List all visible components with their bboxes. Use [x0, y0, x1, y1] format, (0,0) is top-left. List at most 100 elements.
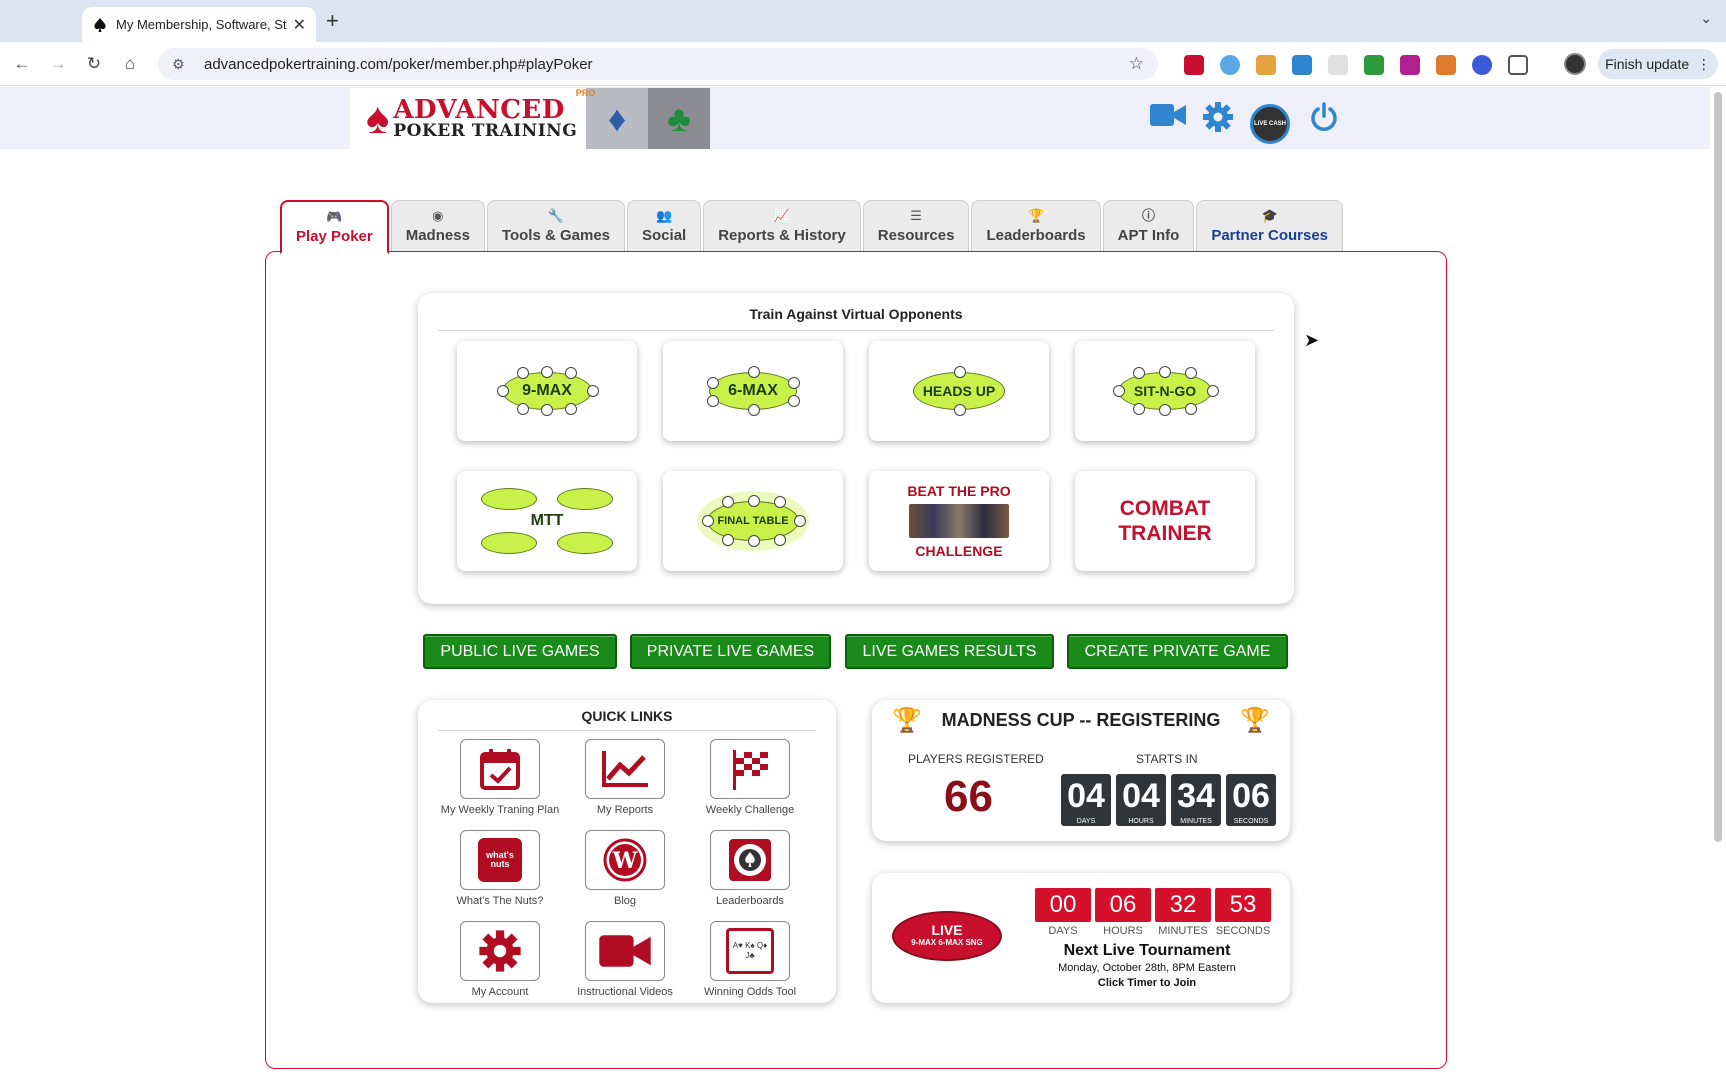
home-icon[interactable]: ⌂: [118, 52, 142, 76]
address-bar[interactable]: ⚙ advancedpokertraining.com/poker/member…: [158, 48, 1158, 80]
quick-link-weekly-plan[interactable]: My Weekly Traning Plan: [440, 739, 560, 816]
tab-label: Madness: [405, 227, 470, 244]
extension-icon-7[interactable]: [1400, 55, 1420, 75]
profile-avatar[interactable]: [1564, 53, 1586, 75]
tab-label: Play Poker: [296, 227, 373, 245]
power-icon[interactable]: [1308, 101, 1340, 141]
logo-pro-badge: PRO: [575, 88, 596, 98]
seat: [788, 395, 800, 407]
page-scrollbar[interactable]: [1714, 92, 1722, 842]
new-tab-icon[interactable]: +: [326, 8, 339, 34]
mode-beat-the-pro[interactable]: BEAT THE PRO CHALLENGE: [869, 471, 1049, 571]
metamask-extension-icon[interactable]: [1436, 55, 1456, 75]
download-extension-icon[interactable]: [1364, 55, 1384, 75]
gear-icon[interactable]: [1202, 101, 1234, 141]
mode-9-max[interactable]: 9-MAX: [457, 341, 637, 441]
mode-mtt[interactable]: MTT: [457, 471, 637, 571]
combat-line1: COMBAT: [1119, 496, 1211, 520]
seat: [794, 515, 806, 527]
seat: [1113, 385, 1125, 397]
whats-the-nuts-text: what's nuts: [478, 838, 522, 882]
private-live-games-button[interactable]: PRIVATE LIVE GAMES: [630, 634, 831, 669]
browser-tab[interactable]: My Membership, Software, St ✕: [82, 7, 316, 42]
public-live-games-button[interactable]: PUBLIC LIVE GAMES: [423, 634, 617, 669]
svg-text:W: W: [612, 848, 638, 874]
whats-the-nuts-icon: what's nuts: [460, 830, 540, 890]
mode-label: FINAL TABLE: [717, 515, 789, 527]
mode-6-max[interactable]: 6-MAX: [663, 341, 843, 441]
live-cash-label: LIVE CASH: [1253, 121, 1286, 127]
extension-icon-9[interactable]: [1472, 55, 1492, 75]
tab-play-poker[interactable]: 🎮 Play Poker: [280, 200, 389, 254]
logo-main: ♠ ADVANCED POKER TRAINING PRO: [350, 88, 595, 149]
timer-seconds[interactable]: 53: [1215, 888, 1271, 922]
extension-icon-1[interactable]: [1184, 55, 1204, 75]
tab-tools-games[interactable]: 🔧 Tools & Games: [486, 200, 626, 252]
countdown-value: 34: [1177, 777, 1215, 815]
cloud-extension-icon[interactable]: [1220, 55, 1240, 75]
seat: [748, 535, 760, 547]
seat: [702, 515, 714, 527]
forward-icon[interactable]: →: [46, 52, 70, 76]
seat: [565, 403, 577, 415]
mode-combat-trainer[interactable]: COMBAT TRAINER: [1075, 471, 1255, 571]
checkered-flag-icon: [710, 739, 790, 799]
combat-trainer-logo: COMBAT TRAINER: [1118, 496, 1211, 546]
mini-table: [481, 488, 537, 510]
mode-final-table[interactable]: FINAL TABLE: [663, 471, 843, 571]
bookmark-star-icon[interactable]: ☆: [1129, 54, 1144, 74]
timer-hours[interactable]: 06: [1095, 888, 1151, 922]
train-panel: Train Against Virtual Opponents 9-MAX 6-…: [418, 293, 1294, 604]
url-text[interactable]: advancedpokertraining.com/poker/member.p…: [204, 56, 1129, 73]
click-timer-to-join[interactable]: Click Timer to Join: [1012, 977, 1282, 989]
quick-link-instructional-videos[interactable]: Instructional Videos: [565, 921, 685, 998]
live-tournament-panel[interactable]: LIVE 9-MAX 6-MAX SNG 00 06 32 53 DAYS HO…: [872, 873, 1290, 1003]
extension-icon-3[interactable]: [1256, 55, 1276, 75]
reload-icon[interactable]: ↻: [82, 52, 106, 76]
table-oval: FINAL TABLE: [702, 495, 806, 547]
video-camera-icon[interactable]: [1150, 101, 1186, 137]
quick-link-leaderboards[interactable]: Leaderboards: [690, 830, 810, 907]
line-chart-icon: [585, 739, 665, 799]
quick-link-winning-odds[interactable]: A♥ K♠ Q♦ J♣ Winning Odds Tool: [690, 921, 810, 998]
chevron-down-icon[interactable]: ⌄: [1700, 10, 1712, 27]
close-tab-icon[interactable]: ✕: [293, 15, 306, 35]
live-cash-badge[interactable]: LIVE CASH: [1250, 104, 1290, 144]
tab-social[interactable]: 👥 Social: [627, 200, 702, 252]
mode-heads-up[interactable]: HEADS UP: [869, 341, 1049, 441]
tab-resources[interactable]: ☰ Resources: [862, 200, 970, 252]
countdown-hours: 04 HOURS: [1116, 774, 1166, 826]
finish-update-button[interactable]: Finish update ⋮: [1598, 49, 1718, 79]
seat: [497, 385, 509, 397]
timer-value: 32: [1169, 891, 1197, 918]
timer-days[interactable]: 00: [1035, 888, 1091, 922]
tab-label: Tools & Games: [501, 227, 611, 244]
tab-reports-history[interactable]: 📈 Reports & History: [703, 200, 861, 252]
tab-partner-courses[interactable]: 🎓 Partner Courses: [1196, 200, 1344, 252]
extension-icon-5[interactable]: [1328, 55, 1348, 75]
create-private-game-button[interactable]: CREATE PRIVATE GAME: [1067, 634, 1288, 669]
timer-minutes[interactable]: 32: [1155, 888, 1211, 922]
madness-cup-panel[interactable]: 🏆 MADNESS CUP -- REGISTERING 🏆 PLAYERS R…: [872, 700, 1290, 841]
live-games-results-button[interactable]: LIVE GAMES RESULTS: [845, 634, 1054, 669]
video-camera-icon: [585, 921, 665, 981]
quick-link-whats-the-nuts[interactable]: what's nuts What's The Nuts?: [440, 830, 560, 907]
tab-label: Reports & History: [718, 227, 846, 244]
site-header: ♠ ADVANCED POKER TRAINING PRO ♦ ♣ LIVE C…: [0, 87, 1710, 149]
site-info-icon[interactable]: ⚙: [172, 56, 192, 73]
mode-label: 6-MAX: [728, 382, 778, 399]
tab-leaderboards[interactable]: 🏆 Leaderboards: [971, 200, 1101, 252]
quick-link-blog[interactable]: W Blog: [565, 830, 685, 907]
back-icon[interactable]: ←: [10, 52, 34, 76]
mode-sit-n-go[interactable]: SIT-N-GO: [1075, 341, 1255, 441]
puzzle-extensions-icon[interactable]: [1508, 55, 1528, 75]
madness-cup-title: MADNESS CUP -- REGISTERING: [941, 710, 1221, 730]
quick-link-weekly-challenge[interactable]: Weekly Challenge: [690, 739, 810, 816]
advanced-poker-training-logo[interactable]: ♠ ADVANCED POKER TRAINING PRO ♦ ♣: [350, 88, 710, 149]
tab-madness[interactable]: ◉ Madness: [390, 200, 485, 252]
tab-apt-info[interactable]: ⓘ APT Info: [1102, 200, 1195, 252]
extension-icon-4[interactable]: [1292, 55, 1312, 75]
quick-link-my-reports[interactable]: My Reports: [565, 739, 685, 816]
quick-link-my-account[interactable]: My Account: [440, 921, 560, 998]
beat-pro-top: BEAT THE PRO: [907, 483, 1011, 499]
